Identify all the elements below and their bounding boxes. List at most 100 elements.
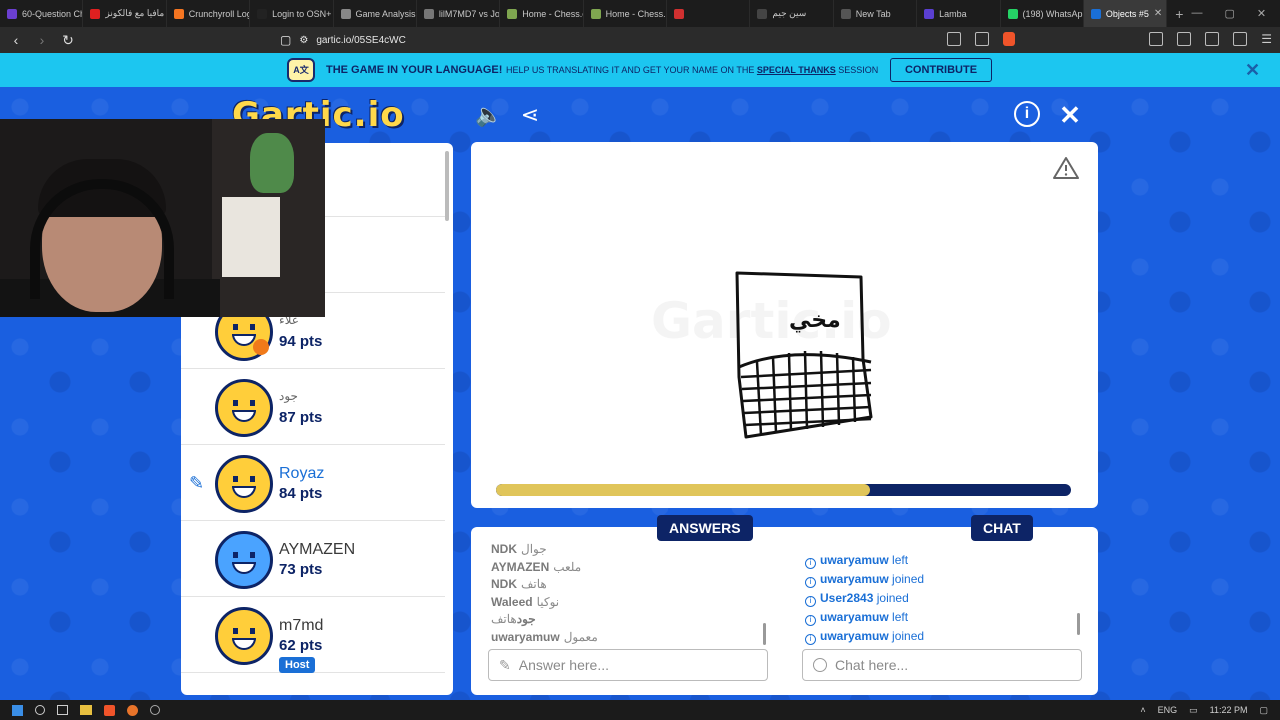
tab-favicon-icon bbox=[757, 8, 768, 19]
search-icon[interactable] bbox=[35, 705, 45, 715]
answer-input[interactable] bbox=[518, 657, 719, 673]
volume-icon[interactable]: 🔈 bbox=[475, 101, 503, 129]
file-explorer-icon[interactable] bbox=[80, 705, 92, 715]
player-row[interactable]: ✎ Royaz 84 pts bbox=[181, 445, 445, 521]
answer-input-box[interactable]: ✎ bbox=[488, 649, 768, 681]
browser-tab[interactable]: Crunchyroll Log bbox=[167, 0, 251, 27]
tab-favicon-icon bbox=[840, 8, 851, 19]
info-icon: i bbox=[805, 615, 816, 626]
chat-user[interactable]: uwaryamuw bbox=[820, 610, 889, 624]
answer-user: NDK bbox=[491, 542, 517, 556]
browser-tab[interactable]: سين جيم bbox=[750, 0, 834, 27]
chat-user[interactable]: uwaryamuw bbox=[820, 553, 889, 567]
exit-icon[interactable]: ✕ bbox=[1056, 101, 1084, 129]
windows-start-icon[interactable] bbox=[12, 704, 23, 716]
forward-icon[interactable]: › bbox=[32, 32, 52, 48]
app-icon[interactable] bbox=[150, 705, 160, 715]
answer-item: جودهاتف bbox=[491, 611, 761, 629]
minimize-icon[interactable]: — bbox=[1191, 7, 1202, 20]
chat-item: i uwaryamuw joined bbox=[805, 570, 1075, 589]
banner-text: HELP US TRANSLATING IT AND GET YOUR NAME… bbox=[506, 65, 879, 75]
info-icon: i bbox=[805, 634, 816, 645]
chat-tab[interactable]: CHAT bbox=[971, 515, 1033, 541]
contribute-button[interactable]: CONTRIBUTE bbox=[890, 58, 992, 82]
player-row[interactable]: AYMAZEN 73 pts bbox=[181, 521, 445, 597]
answer-text: هاتف bbox=[521, 577, 547, 591]
tab-favicon-icon bbox=[924, 8, 935, 19]
answer-item: NDK هاتف bbox=[491, 576, 761, 594]
share-icon[interactable] bbox=[975, 32, 990, 46]
url-text[interactable]: gartic.io/05SE4cWC bbox=[316, 35, 405, 46]
browser-tab[interactable]: مافيا مع فالكونز bbox=[83, 0, 167, 27]
language-indicator[interactable]: ENG bbox=[1158, 705, 1178, 715]
browser-tab[interactable]: New Tab bbox=[834, 0, 918, 27]
chat-scrollbar[interactable] bbox=[1077, 613, 1080, 635]
player-points: 84 pts bbox=[279, 485, 323, 502]
chat-text: left bbox=[892, 553, 909, 567]
drawing-canvas[interactable]: Gartic.io مخي bbox=[471, 142, 1098, 508]
firefox-icon[interactable] bbox=[127, 704, 138, 716]
browser-tab[interactable]: Game Analysis bbox=[334, 0, 417, 27]
chat-user[interactable]: uwaryamuw bbox=[820, 572, 889, 586]
address-bar[interactable]: ▢ ⚙ gartic.io/05SE4cWC bbox=[280, 30, 1000, 50]
maximize-icon[interactable]: ▢ bbox=[1224, 7, 1234, 20]
toolbar-actions: ☰ bbox=[947, 32, 1272, 46]
notifications-icon[interactable]: ▢ bbox=[1259, 705, 1268, 716]
chat-user[interactable]: uwaryamuw bbox=[820, 629, 889, 643]
tray-chevron-icon[interactable]: ˄ bbox=[1140, 705, 1145, 715]
chat-text: joined bbox=[876, 591, 909, 605]
back-icon[interactable]: ‹ bbox=[6, 32, 26, 48]
banner-close-icon[interactable]: ✕ bbox=[1245, 60, 1260, 81]
browser-tab[interactable]: lilM7MD7 vs Jo bbox=[417, 0, 501, 27]
browser-tab[interactable]: Login to OSN+ bbox=[250, 0, 334, 27]
browser-tab[interactable]: Home - Chess.c bbox=[584, 0, 667, 27]
clock[interactable]: 11:22 PM bbox=[1210, 705, 1248, 715]
chat-input-box[interactable] bbox=[802, 649, 1082, 681]
brave-taskbar-icon[interactable] bbox=[104, 704, 115, 716]
brave-shield-icon[interactable] bbox=[1003, 32, 1016, 46]
chat-item: i User2843 joined bbox=[805, 589, 1075, 608]
extensions-icon[interactable] bbox=[1205, 32, 1220, 46]
chat-input[interactable] bbox=[835, 657, 1035, 673]
translation-banner: A文 THE GAME IN YOUR LANGUAGE! HELP US TR… bbox=[0, 53, 1280, 87]
answers-scrollbar[interactable] bbox=[763, 623, 766, 645]
network-icon[interactable]: ▭ bbox=[1189, 705, 1198, 716]
close-window-icon[interactable]: ✕ bbox=[1257, 7, 1266, 20]
drawing-sketch: مخي bbox=[735, 271, 873, 439]
player-row[interactable]: جود 87 pts bbox=[181, 369, 445, 445]
sidebar-icon[interactable] bbox=[1149, 32, 1164, 46]
players-scrollbar[interactable] bbox=[445, 151, 449, 221]
answer-item: NDK جوال bbox=[491, 541, 761, 559]
tab-title: Lamba bbox=[939, 8, 967, 19]
share-icon[interactable]: ⋖ bbox=[516, 101, 544, 129]
player-points: 62 pts bbox=[279, 637, 323, 654]
new-tab-icon[interactable]: + bbox=[1167, 6, 1191, 22]
browser-tab[interactable]: Home - Chess.c bbox=[500, 0, 584, 27]
tab-title: lilM7MD7 vs Jo bbox=[438, 8, 500, 19]
tab-close-icon[interactable]: ✕ bbox=[1154, 8, 1162, 19]
browser-tab[interactable]: Objects #5 ✕ bbox=[1083, 0, 1168, 27]
browser-tab[interactable]: (198) WhatsApp bbox=[1001, 0, 1084, 27]
player-row[interactable]: m7md 62 pts Host bbox=[181, 597, 445, 673]
tab-favicon-icon bbox=[1090, 8, 1101, 19]
report-warning-icon[interactable] bbox=[1053, 156, 1079, 180]
tab-title: مافيا مع فالكونز bbox=[105, 8, 165, 18]
reload-icon[interactable]: ↻ bbox=[58, 32, 78, 49]
answers-tab[interactable]: ANSWERS bbox=[657, 515, 753, 541]
chat-user[interactable]: User2843 bbox=[820, 591, 873, 605]
info-icon[interactable]: i bbox=[1014, 101, 1040, 127]
browser-tab[interactable]: Lamba bbox=[917, 0, 1001, 27]
player-avatar bbox=[215, 607, 273, 665]
browser-tab[interactable] bbox=[667, 0, 751, 27]
site-info-icon[interactable]: ⚙ bbox=[299, 35, 308, 46]
special-thanks-link[interactable]: SPECIAL THANKS bbox=[757, 65, 836, 75]
menu-icon[interactable]: ☰ bbox=[1261, 32, 1272, 46]
task-view-icon[interactable] bbox=[57, 705, 68, 715]
browser-tab-strip: 60-Question Ch مافيا مع فالكونز Crunchyrol… bbox=[0, 0, 1280, 27]
bookmark-icon[interactable]: ▢ bbox=[280, 33, 291, 47]
cast-icon[interactable] bbox=[947, 32, 962, 46]
browser-tab[interactable]: 60-Question Ch bbox=[0, 0, 84, 27]
chat-text: left bbox=[892, 610, 909, 624]
wallet-icon[interactable] bbox=[1177, 32, 1192, 46]
vpn-icon[interactable] bbox=[1233, 32, 1248, 46]
